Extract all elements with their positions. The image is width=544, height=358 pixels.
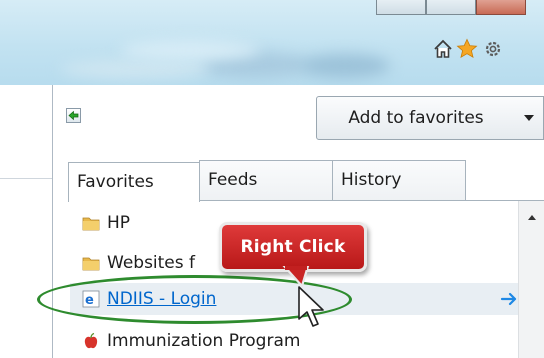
blurred-backdrop [120, 40, 260, 60]
add-to-favorites-label: Add to favorites [348, 108, 484, 128]
mouse-pointer-icon [298, 286, 324, 327]
home-icon[interactable] [432, 38, 454, 60]
tab-favorites[interactable]: Favorites [68, 162, 200, 202]
blurred-backdrop [300, 54, 390, 78]
pin-favorites-center-icon[interactable] [66, 108, 81, 123]
minimize-button[interactable] [376, 0, 426, 15]
list-item-label: Immunization Program [107, 331, 301, 351]
list-item[interactable]: Immunization Program [82, 326, 300, 356]
page-content-edge [0, 85, 52, 358]
scroll-up-icon[interactable] [519, 207, 544, 227]
list-item-label: HP [107, 213, 131, 233]
add-to-favorites-button[interactable]: Add to favorites [316, 96, 516, 140]
blurred-backdrop [60, 60, 210, 78]
tab-feeds-label: Feeds [208, 170, 258, 190]
maximize-button[interactable] [426, 0, 476, 15]
folder-icon [82, 217, 100, 231]
tab-history[interactable]: History [332, 160, 466, 201]
window-caption-buttons [376, 0, 526, 15]
open-in-tab-arrow-icon[interactable] [500, 290, 518, 308]
gear-icon[interactable] [482, 38, 504, 60]
divider [0, 178, 52, 179]
right-click-callout: Right Click [219, 222, 367, 272]
chevron-down-icon [524, 115, 534, 121]
list-item[interactable]: Websites f [82, 248, 195, 278]
folder-icon [82, 257, 100, 271]
apple-favicon-icon [84, 332, 98, 349]
add-to-favorites-dropdown-button[interactable] [515, 96, 544, 140]
scrollbar[interactable] [518, 201, 544, 358]
close-button[interactable] [476, 0, 526, 15]
favorites-star-icon[interactable] [456, 38, 478, 60]
tab-favorites-label: Favorites [77, 172, 154, 192]
tab-history-label: History [341, 170, 402, 190]
list-item-label: Websites f [107, 253, 196, 273]
list-item[interactable]: HP [82, 208, 130, 238]
callout-text: Right Click [240, 237, 346, 257]
tab-feeds[interactable]: Feeds [199, 160, 333, 201]
